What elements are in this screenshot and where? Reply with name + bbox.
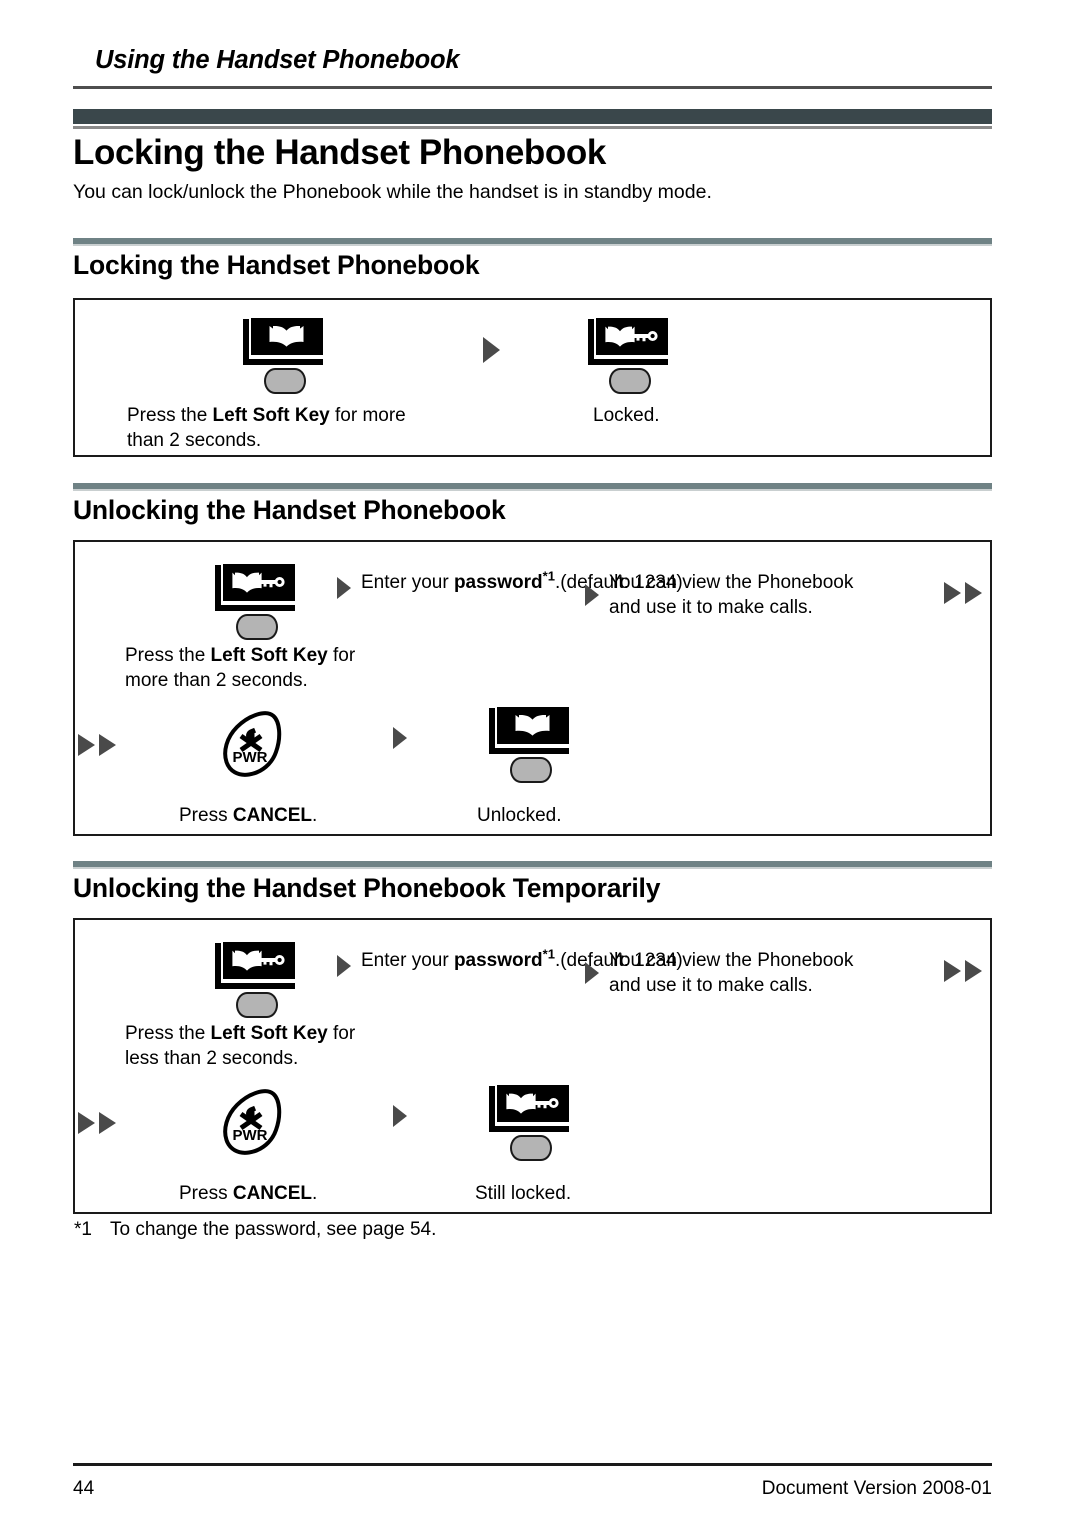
svg-text:PWR: PWR <box>233 749 268 766</box>
section-2-rule-shadow <box>73 489 992 491</box>
step-caption-press-left-soft-key: Press the Left Soft Key for less than 2 … <box>125 1023 356 1069</box>
power-cancel-key-icon[interactable]: PWR <box>217 1088 287 1160</box>
open-book-glyph <box>269 325 304 347</box>
step-arrow-icon <box>585 962 599 984</box>
footnote-mark: *1 <box>74 1219 92 1240</box>
step-caption-press-left-soft-key: Press the Left Soft Key for more than 2 … <box>125 645 356 691</box>
left-soft-key-button[interactable] <box>236 614 278 640</box>
step-arrow-icon <box>585 584 599 606</box>
handset-phonebook-locked-icon <box>215 564 299 640</box>
header-rule <box>73 86 992 89</box>
section-3-heading: Unlocking the Handset Phonebook Temporar… <box>73 873 661 903</box>
locked-book-glyph <box>232 950 285 971</box>
step-caption-unlocked: Unlocked. <box>477 805 562 826</box>
continuation-arrow-right-icon <box>943 580 989 606</box>
step-arrow-icon <box>337 577 351 599</box>
step-arrow-icon <box>483 337 500 363</box>
footer-page-number: 44 <box>73 1478 95 1499</box>
handset-phonebook-locked-icon <box>489 1085 573 1161</box>
chapter-intro-text: You can lock/unlock the Phonebook while … <box>73 181 712 203</box>
handset-phonebook-locked-icon <box>215 942 299 1018</box>
step-caption-still-locked: Still locked. <box>475 1183 572 1204</box>
section-3-rule-shadow <box>73 867 992 869</box>
step-caption-locked: Locked. <box>593 405 660 426</box>
locked-book-glyph <box>605 326 658 347</box>
footer-document-version: Document Version 2008-01 <box>761 1478 992 1499</box>
step-caption-view-phonebook: You can view the Phonebook and use it to… <box>609 950 854 996</box>
open-book-glyph <box>515 714 550 736</box>
chapter-bar-underline <box>73 126 992 129</box>
chapter-bar <box>73 109 992 124</box>
handset-phonebook-unlocked-icon <box>489 707 573 783</box>
power-cancel-key-icon[interactable]: PWR <box>217 710 287 782</box>
section-1-rule-shadow <box>73 244 992 246</box>
locked-book-glyph <box>506 1093 559 1114</box>
left-soft-key-button[interactable] <box>264 368 306 394</box>
step-caption-press-cancel: Press CANCEL. <box>179 805 318 826</box>
svg-text:PWR: PWR <box>233 1127 268 1144</box>
left-soft-key-button[interactable] <box>609 368 651 394</box>
left-soft-key-button[interactable] <box>510 1135 552 1161</box>
document-page: Using the Handset Phonebook Locking the … <box>0 0 1080 1529</box>
handset-phonebook-locked-icon <box>588 318 672 394</box>
step-arrow-icon <box>393 727 407 749</box>
footnote-text: To change the password, see page 54. <box>110 1219 437 1240</box>
continuation-arrow-left-icon <box>77 732 123 758</box>
running-header-title: Using the Handset Phonebook <box>95 46 460 74</box>
section-1-heading: Locking the Handset Phonebook <box>73 250 480 280</box>
step-caption-press-left-soft-key: Press the Left Soft Key for more than 2 … <box>127 405 406 451</box>
step-caption-press-cancel: Press CANCEL. <box>179 1183 318 1204</box>
procedure-box-unlocking-temporarily: Enter your password*1.(default: 1234) Yo… <box>73 918 992 1214</box>
procedure-box-locking: Press the Left Soft Key for more than 2 … <box>73 298 992 457</box>
locked-book-glyph <box>232 572 285 593</box>
step-arrow-icon <box>393 1105 407 1127</box>
continuation-arrow-right-icon <box>943 958 989 984</box>
handset-phonebook-unlocked-icon <box>243 318 327 394</box>
continuation-arrow-left-icon <box>77 1110 123 1136</box>
step-caption-view-phonebook: You can view the Phonebook and use it to… <box>609 572 854 618</box>
step-arrow-icon <box>337 955 351 977</box>
page-title: Locking the Handset Phonebook <box>73 133 606 172</box>
section-2-heading: Unlocking the Handset Phonebook <box>73 495 506 525</box>
procedure-box-unlocking: Enter your password*1.(default: 1234) Yo… <box>73 540 992 836</box>
left-soft-key-button[interactable] <box>236 992 278 1018</box>
left-soft-key-button[interactable] <box>510 757 552 783</box>
footer-rule <box>73 1463 992 1466</box>
